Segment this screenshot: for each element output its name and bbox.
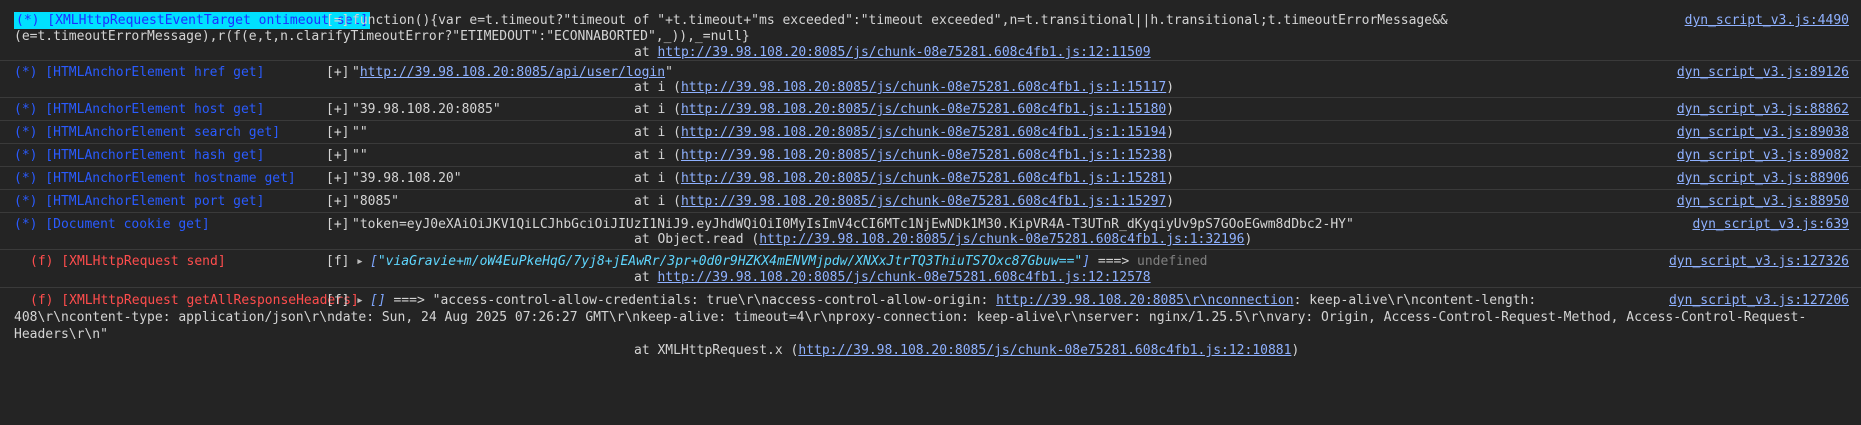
source-link[interactable]: dyn_script_v3.js:127206 — [1669, 292, 1849, 309]
message-value: "http://39.98.108.20:8085/api/user/login… — [352, 65, 673, 80]
console-message: (*) [XMLHttpRequestEventTarget ontimeout… — [0, 8, 1861, 61]
console-message: (*) [HTMLAnchorElement port get] [+] "80… — [0, 190, 1861, 213]
stack-frame: at http://39.98.108.20:8085/js/chunk-08e… — [634, 45, 1151, 60]
message-tag: (*) [HTMLAnchorElement port get] — [14, 194, 265, 209]
stack-link[interactable]: http://39.98.108.20:8085/js/chunk-08e752… — [657, 45, 1150, 60]
expand-triangle-icon[interactable]: ▸ — [356, 292, 364, 309]
console-panel: (*) [XMLHttpRequestEventTarget ontimeout… — [0, 0, 1861, 425]
message-prefix: [+] — [326, 171, 350, 186]
message-value: "8085" — [352, 194, 399, 209]
stack-link[interactable]: http://39.98.108.20:8085/js/chunk-08e752… — [798, 343, 1291, 358]
header-link[interactable]: http://39.98.108.20:8085\r\nconnection — [996, 293, 1293, 308]
message-prefix: [+] — [326, 65, 350, 80]
message-tag: (f) [XMLHttpRequest getAllResponseHeader… — [30, 293, 359, 308]
stack-link[interactable]: http://39.98.108.20:8085/js/chunk-08e752… — [681, 148, 1166, 163]
message-tag: (*) [HTMLAnchorElement hash get] — [14, 148, 265, 163]
message-tag: (*) [XMLHttpRequestEventTarget ontimeout… — [14, 12, 371, 29]
stack-frame: at i (http://39.98.108.20:8085/js/chunk-… — [634, 80, 1175, 95]
source-link[interactable]: dyn_script_v3.js:88950 — [1677, 193, 1849, 210]
message-value: "" — [352, 148, 368, 163]
message-tag: (*) [HTMLAnchorElement search get] — [14, 125, 281, 140]
stack-frame: at i (http://39.98.108.20:8085/js/chunk-… — [634, 148, 1175, 163]
stack-frame: at i (http://39.98.108.20:8085/js/chunk-… — [634, 102, 1175, 117]
stack-frame: at i (http://39.98.108.20:8085/js/chunk-… — [634, 125, 1175, 140]
message-prefix: [+] — [326, 217, 350, 232]
message-prefix: [=] — [326, 13, 350, 28]
stack-frame: at Object.read (http://39.98.108.20:8085… — [634, 232, 1253, 247]
console-message: (*) [HTMLAnchorElement search get] [+] "… — [0, 121, 1861, 144]
message-prefix: [+] — [326, 125, 350, 140]
result-continued: Headers\r\n" — [14, 327, 108, 342]
stack-link[interactable]: http://39.98.108.20:8085/js/chunk-08e752… — [681, 80, 1166, 95]
stack-frame: at i (http://39.98.108.20:8085/js/chunk-… — [634, 194, 1175, 209]
source-link[interactable]: dyn_script_v3.js:89082 — [1677, 147, 1849, 164]
message-tag: (*) [HTMLAnchorElement hostname get] — [14, 171, 296, 186]
console-message: (*) [HTMLAnchorElement hash get] [+] "" … — [0, 144, 1861, 167]
source-link[interactable]: dyn_script_v3.js:88906 — [1677, 170, 1849, 187]
stack-link[interactable]: http://39.98.108.20:8085/js/chunk-08e752… — [681, 171, 1166, 186]
message-code: function(){var e=t.timeout?"timeout of "… — [352, 13, 1448, 28]
console-message: (f) [XMLHttpRequest getAllResponseHeader… — [0, 288, 1861, 358]
stack-link[interactable]: http://39.98.108.20:8085/js/chunk-08e752… — [759, 232, 1244, 247]
message-tag: (*) [HTMLAnchorElement href get] — [14, 65, 265, 80]
message-prefix: [+] — [326, 102, 350, 117]
stack-link[interactable]: http://39.98.108.20:8085/js/chunk-08e752… — [681, 102, 1166, 117]
message-value: "39.98.108.20" — [352, 171, 462, 186]
stack-frame: at i (http://39.98.108.20:8085/js/chunk-… — [634, 171, 1175, 186]
console-message: (*) [Document cookie get] [+] "token=eyJ… — [0, 213, 1861, 250]
console-message: (*) [HTMLAnchorElement hostname get] [+]… — [0, 167, 1861, 190]
message-tag: (*) [Document cookie get] — [14, 217, 210, 232]
message-code-continued: (e=t.timeoutErrorMessage),r(f(e,t,n.clar… — [14, 29, 750, 44]
message-value: "39.98.108.20:8085" — [352, 102, 501, 117]
console-message: (*) [HTMLAnchorElement href get] [+] "ht… — [0, 61, 1861, 98]
console-message: (f) [XMLHttpRequest send] [f] ▸ ["viaGra… — [0, 250, 1861, 288]
result-continued: 408\r\ncontent-type: application/json\r\… — [14, 310, 1807, 325]
message-prefix: [f] — [326, 293, 350, 308]
stack-link[interactable]: http://39.98.108.20:8085/js/chunk-08e752… — [657, 270, 1150, 285]
expand-triangle-icon[interactable]: ▸ — [356, 253, 364, 270]
message-prefix: [+] — [326, 148, 350, 163]
call-args: ["viaGravie+m/oW4EuPkeHqG/7yj8+jEAwRr/3p… — [370, 254, 1208, 269]
message-prefix: [f] — [326, 254, 350, 269]
stack-frame: at http://39.98.108.20:8085/js/chunk-08e… — [634, 270, 1151, 285]
message-prefix: [+] — [326, 194, 350, 209]
value-link[interactable]: http://39.98.108.20:8085/api/user/login — [360, 65, 665, 80]
source-link[interactable]: dyn_script_v3.js:127326 — [1669, 253, 1849, 270]
source-link[interactable]: dyn_script_v3.js:4490 — [1685, 12, 1849, 29]
source-link[interactable]: dyn_script_v3.js:89038 — [1677, 124, 1849, 141]
stack-frame: at XMLHttpRequest.x (http://39.98.108.20… — [634, 343, 1300, 358]
message-tag: (*) [HTMLAnchorElement host get] — [14, 102, 265, 117]
source-link[interactable]: dyn_script_v3.js:89126 — [1677, 64, 1849, 81]
call-result: [] ===> "access-control-allow-credential… — [370, 293, 1537, 308]
source-link[interactable]: dyn_script_v3.js:639 — [1692, 216, 1849, 233]
stack-link[interactable]: http://39.98.108.20:8085/js/chunk-08e752… — [681, 125, 1166, 140]
message-tag: (f) [XMLHttpRequest send] — [30, 254, 226, 269]
message-value: "" — [352, 125, 368, 140]
stack-link[interactable]: http://39.98.108.20:8085/js/chunk-08e752… — [681, 194, 1166, 209]
console-message: (*) [HTMLAnchorElement host get] [+] "39… — [0, 98, 1861, 121]
source-link[interactable]: dyn_script_v3.js:88862 — [1677, 101, 1849, 118]
